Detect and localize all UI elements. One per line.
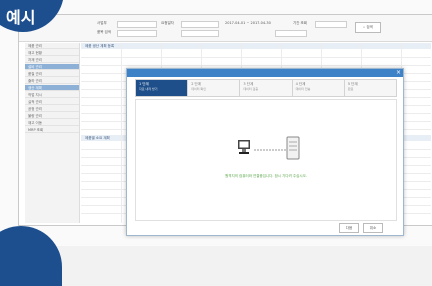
step-5: 5 단계 완료 [344,80,397,96]
step-3: 3 단계 데이터 검증 [240,80,293,96]
next-button[interactable]: 다음 [339,223,359,233]
step-4: 4 단계 데이터 전송 [292,80,345,96]
modal-overlay: × 1 단계 자료 내려 받기 2 단계 데이터 확인 3 단계 데이터 검증 … [0,0,432,246]
dialog-body: 원격지의 컴퓨터와 연결중입니다. 잠시 기다려 주십시오. [135,99,397,221]
computer-icon [238,140,250,154]
step-indicator: 1 단계 자료 내려 받기 2 단계 데이터 확인 3 단계 데이터 검증 4 … [135,79,397,97]
close-icon[interactable]: × [396,69,401,77]
screenshot-frame: 사업부 품목 검색 요청일자 2017-04-01 ~ 2017-04-30 기… [0,0,432,286]
dialog-titlebar: × [127,69,403,77]
example-badge-label: 예시 [6,8,36,27]
step-1: 1 단계 자료 내려 받기 [136,80,189,96]
connecting-message: 원격지의 컴퓨터와 연결중입니다. 잠시 기다려 주십시오. [225,174,307,178]
server-icon [286,136,300,160]
connection-line-icon [254,149,286,151]
data-transfer-dialog: × 1 단계 자료 내려 받기 2 단계 데이터 확인 3 단계 데이터 검증 … [126,68,404,236]
step-2: 2 단계 데이터 확인 [188,80,241,96]
cancel-button[interactable]: 취소 [363,223,383,233]
